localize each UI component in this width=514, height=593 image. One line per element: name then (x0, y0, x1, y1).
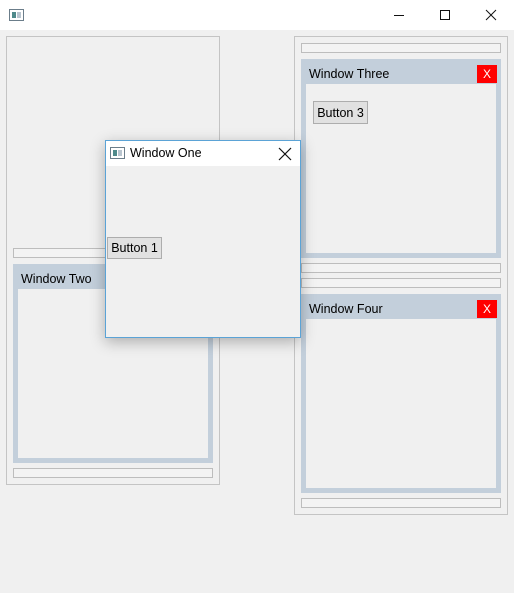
maximize-icon (440, 10, 450, 20)
window-three-header[interactable]: Window Three X (306, 64, 497, 84)
button-1[interactable]: Button 1 (107, 237, 162, 259)
app-icon (9, 9, 24, 21)
close-button[interactable] (468, 0, 514, 30)
right-mid-strip-1[interactable] (301, 263, 501, 273)
left-bottom-strip[interactable] (13, 468, 213, 478)
window-three[interactable]: Window Three X Button 3 (301, 59, 501, 258)
window-one-dialog[interactable]: Window One Button 1 (105, 140, 301, 338)
right-mid-strip-2[interactable] (301, 278, 501, 288)
window-two-title: Window Two (21, 272, 92, 286)
window-three-close-button[interactable]: X (477, 65, 497, 83)
minimize-button[interactable] (376, 0, 422, 30)
close-icon (485, 9, 497, 21)
window-one-close-icon[interactable] (278, 147, 292, 161)
right-bottom-strip[interactable] (301, 498, 501, 508)
minimize-icon (394, 15, 404, 16)
window-four-title: Window Four (309, 302, 383, 316)
window-one-titlebar[interactable]: Window One (106, 141, 300, 166)
button-3[interactable]: Button 3 (313, 101, 368, 124)
window-four-close-button[interactable]: X (477, 300, 497, 318)
window-one-title: Window One (130, 146, 202, 160)
window-four[interactable]: Window Four X (301, 294, 501, 493)
window-three-title: Window Three (309, 67, 390, 81)
right-top-strip[interactable] (301, 43, 501, 53)
window-one-app-icon (110, 147, 125, 159)
maximize-button[interactable] (422, 0, 468, 30)
window-four-header[interactable]: Window Four X (306, 299, 497, 319)
